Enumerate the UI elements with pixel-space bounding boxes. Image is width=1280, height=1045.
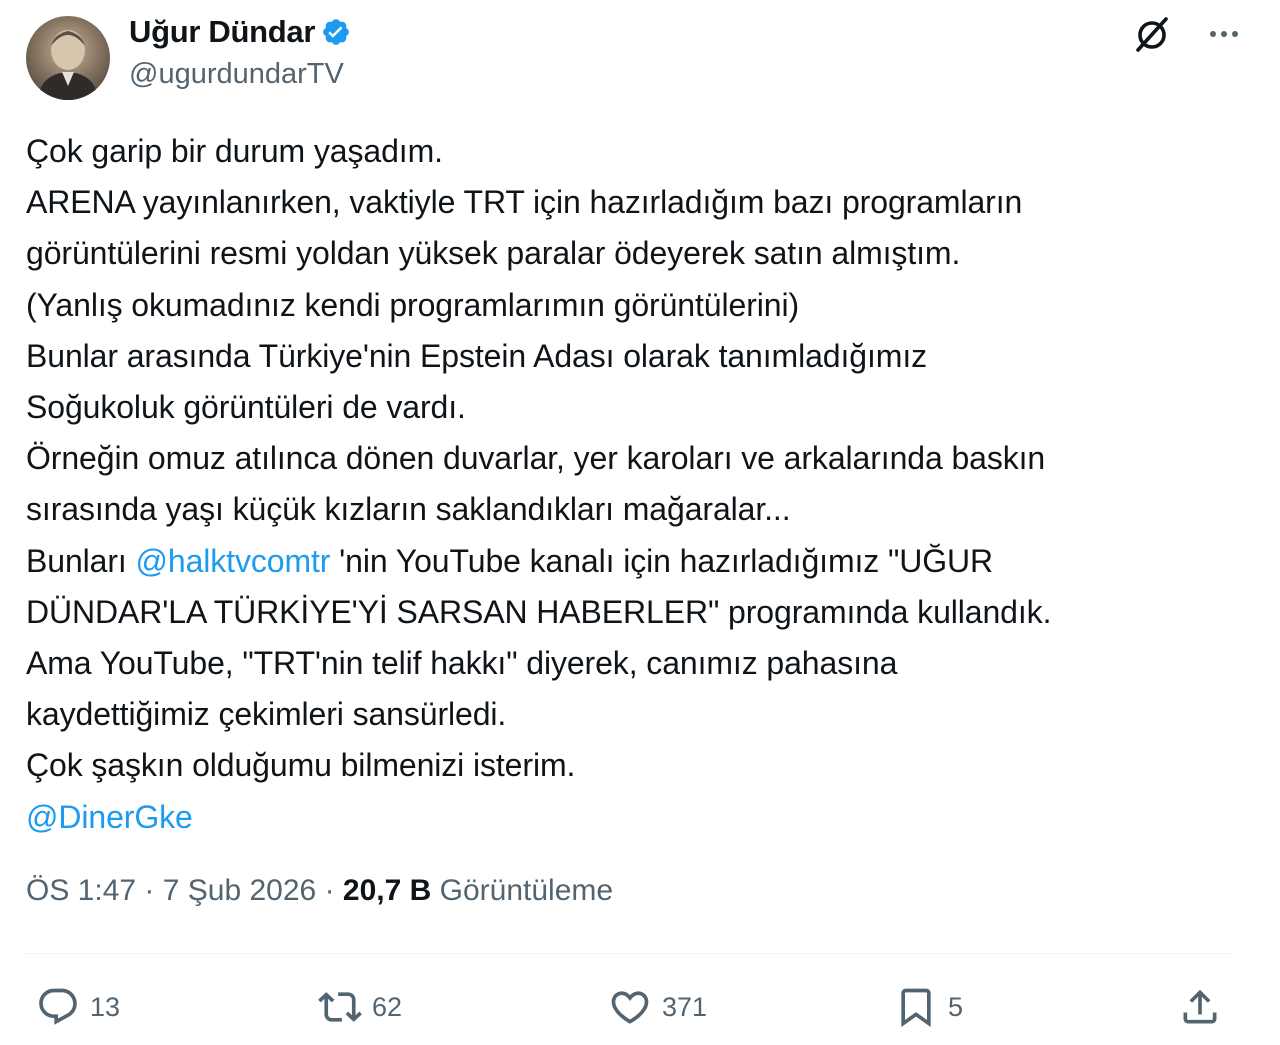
bookmark-count: 5	[948, 991, 964, 1022]
avatar-portrait	[38, 30, 98, 100]
tweet-line: sırasında yaşı küçük kızların saklandıkl…	[26, 491, 791, 528]
tweet-line: görüntülerini resmi yoldan yüksek parala…	[26, 235, 961, 272]
tweet-page: Uğur Dündar @ugurdundarTV Çok garip bir …	[0, 0, 1280, 1045]
top-actions	[1132, 14, 1242, 54]
views-count: 20,7 B	[342, 874, 432, 907]
divider	[26, 953, 1234, 954]
repost-button[interactable]: 62	[318, 982, 402, 1032]
tweet-line: DÜNDAR'LA TÜRKİYE'Yİ SARSAN HABERLER" pr…	[26, 593, 1052, 630]
tweet-text-segment: 'nin YouTube kanalı için hazırladığımız …	[330, 542, 994, 579]
tweet-line: (Yanlış okumadınız kendi programlarımın …	[26, 286, 800, 323]
tweet-line: Örneğin omuz atılınca dönen duvarlar, ye…	[26, 440, 1046, 477]
tweet-text-segment: Bunları	[26, 542, 136, 579]
share-icon	[1183, 989, 1217, 1024]
bookmark-button[interactable]: 5	[894, 982, 963, 1032]
author-block: Uğur Dündar @ugurdundarTV	[129, 12, 351, 91]
tweet-line: @DinerGke	[26, 792, 1256, 843]
tweet-text: Çok garip bir durum yaşadım. ARENA yayın…	[26, 126, 1256, 843]
tweet-line: Ama YouTube, "TRT'nin telif hakkı" diyer…	[26, 645, 898, 682]
like-button[interactable]: 371	[608, 982, 707, 1032]
tweet-line-with-mention: Bunları @halktvcomtr 'nin YouTube kanalı…	[26, 536, 1256, 587]
tweet-line: Çok şaşkın olduğumu bilmenizi isterim.	[26, 747, 576, 784]
display-name-row: Uğur Dündar	[129, 12, 351, 52]
retweet-icon	[318, 992, 362, 1022]
user-handle[interactable]: @ugurdundarTV	[129, 58, 351, 91]
mention-link-dinergke[interactable]: @DinerGke	[26, 799, 193, 835]
tweet-time[interactable]: ÖS 1:47	[26, 874, 136, 907]
display-name[interactable]: Uğur Dündar	[129, 14, 315, 50]
reply-icon	[39, 988, 77, 1025]
meta-separator: ·	[136, 874, 163, 907]
tweet-line: Soğukoluk görüntüleri de vardı.	[26, 389, 466, 426]
like-count: 371	[662, 991, 708, 1022]
avatar[interactable]	[26, 16, 110, 100]
action-bar: 13 62 371 5	[0, 982, 1280, 1032]
reply-count: 13	[90, 991, 121, 1022]
repost-count: 62	[372, 991, 403, 1022]
mention-link-halktvcomtr[interactable]: @halktvcomtr	[135, 543, 330, 579]
tweet-line: Bunlar arasında Türkiye'nin Epstein Adas…	[26, 337, 928, 374]
more-icon[interactable]	[1206, 16, 1242, 52]
share-button[interactable]	[1178, 982, 1222, 1032]
tweet-line: kaydettiğimiz çekimleri sansürledi.	[26, 696, 507, 733]
heart-icon	[611, 991, 649, 1024]
grok-icon[interactable]	[1132, 14, 1172, 54]
meta-separator: ·	[316, 874, 343, 907]
tweet-line: Çok garip bir durum yaşadım.	[26, 133, 443, 169]
views-label: Görüntüleme	[431, 874, 614, 907]
reply-button[interactable]: 13	[36, 982, 120, 1032]
verified-badge-icon[interactable]	[321, 17, 351, 47]
tweet-meta: ÖS 1:47 · 7 Şub 2026 · 20,7 B Görüntülem…	[26, 874, 613, 908]
tweet-date[interactable]: 7 Şub 2026	[163, 874, 316, 907]
bookmark-icon	[901, 988, 931, 1028]
tweet-line: ARENA yayınlanırken, vaktiyle TRT için h…	[26, 184, 1023, 221]
